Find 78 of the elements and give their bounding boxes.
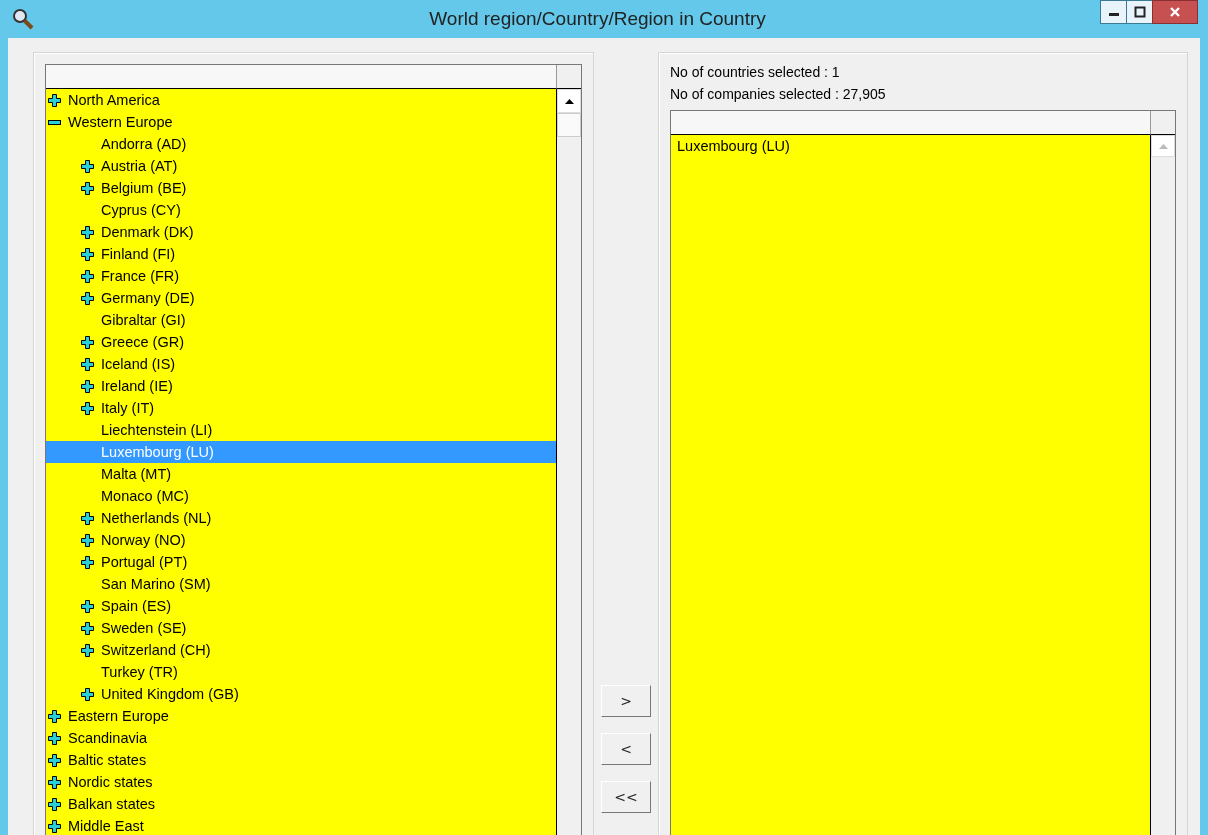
tree-item[interactable]: Greece (GR) [101, 334, 184, 350]
maximize-icon [1133, 6, 1146, 18]
tree-item[interactable]: Scandinavia [68, 730, 147, 746]
tree-item[interactable]: Belgium (BE) [101, 180, 187, 196]
tree-item[interactable]: North America [68, 92, 160, 108]
tree-item[interactable]: Western Europe [68, 114, 173, 130]
scroll-thumb[interactable] [557, 113, 581, 137]
plus-icon[interactable] [48, 753, 61, 767]
plus-icon[interactable] [81, 335, 94, 349]
tree-item[interactable]: Denmark (DK) [101, 224, 194, 240]
tree-item[interactable]: Turkey (TR) [101, 664, 178, 680]
tree-item[interactable]: Baltic states [68, 752, 147, 768]
plus-icon[interactable] [81, 511, 94, 525]
plus-icon[interactable] [48, 797, 61, 811]
tree-item[interactable]: Eastern Europe [68, 708, 169, 724]
tree-item[interactable]: Italy (IT) [101, 400, 155, 416]
plus-icon[interactable] [81, 643, 94, 657]
maximize-button[interactable] [1126, 0, 1153, 24]
list-item[interactable]: Luxembourg (LU) [671, 135, 1150, 157]
tree-item[interactable]: Nordic states [68, 774, 153, 790]
plus-icon[interactable] [81, 225, 94, 239]
up-arrow-icon [1158, 143, 1168, 149]
tree-item[interactable]: Switzerland (CH) [101, 642, 211, 658]
column-header[interactable] [671, 111, 1151, 135]
plus-icon[interactable] [48, 93, 61, 107]
tree-item[interactable]: Middle East [68, 818, 144, 834]
plus-icon[interactable] [81, 291, 94, 305]
tree-item[interactable]: Gibraltar (GI) [101, 312, 186, 328]
window-title: World region/Country/Region in Country [428, 8, 767, 30]
plus-icon[interactable] [48, 709, 61, 723]
tree-item[interactable]: Cyprus (CY) [101, 202, 181, 218]
plus-icon[interactable] [81, 247, 94, 261]
tree-item[interactable]: France (FR) [101, 268, 180, 284]
tree-item[interactable]: Norway (NO) [101, 532, 186, 548]
plus-icon[interactable] [81, 181, 94, 195]
plus-icon[interactable] [81, 401, 94, 415]
close-button[interactable] [1152, 0, 1198, 24]
close-icon [1169, 6, 1181, 18]
magnifier-icon [12, 8, 34, 30]
summary-text: No of companies selected : 27,905 [670, 85, 887, 104]
plus-icon[interactable] [81, 621, 94, 635]
minimize-button[interactable] [1100, 0, 1127, 24]
tree-item[interactable]: Sweden (SE) [101, 620, 187, 636]
tree-item[interactable]: Iceland (IS) [101, 356, 176, 372]
tree-item[interactable]: Malta (MT) [101, 466, 172, 482]
plus-icon[interactable] [81, 159, 94, 173]
tree-item[interactable]: Portugal (PT) [101, 554, 188, 570]
plus-icon[interactable] [81, 269, 94, 283]
summary-text: No of countries selected : 1 [670, 63, 841, 82]
move-button[interactable]: < [601, 733, 651, 765]
move-button[interactable]: > [601, 685, 651, 717]
tree-item[interactable]: Germany (DE) [101, 290, 195, 306]
plus-icon[interactable] [81, 687, 94, 701]
move-button[interactable]: << [601, 781, 651, 813]
tree-item[interactable]: Monaco (MC) [101, 488, 189, 504]
tree-item[interactable]: Balkan states [68, 796, 156, 812]
tree-item[interactable]: Liechtenstein (LI) [101, 422, 213, 438]
tree-item[interactable]: Spain (ES) [101, 598, 172, 614]
scroll-up-button[interactable] [557, 89, 581, 113]
tree-item[interactable]: Austria (AT) [101, 158, 178, 174]
tree-item[interactable]: Andorra (AD) [101, 136, 187, 152]
tree-item[interactable]: San Marino (SM) [101, 576, 211, 592]
plus-icon[interactable] [81, 379, 94, 393]
tree-item[interactable]: Netherlands (NL) [101, 510, 212, 526]
up-arrow-icon [564, 98, 574, 104]
plus-icon[interactable] [48, 731, 61, 745]
plus-icon[interactable] [48, 819, 61, 833]
tree-item[interactable]: Finland (FI) [101, 246, 176, 262]
column-header[interactable] [46, 65, 557, 89]
plus-icon[interactable] [48, 775, 61, 789]
tree-item[interactable]: Ireland (IE) [101, 378, 173, 394]
tree-item[interactable]: United Kingdom (GB) [101, 686, 239, 702]
plus-icon[interactable] [81, 533, 94, 547]
plus-icon[interactable] [81, 599, 94, 613]
plus-icon[interactable] [81, 555, 94, 569]
scrollbar[interactable] [557, 89, 581, 835]
minus-icon[interactable] [48, 119, 61, 125]
plus-icon[interactable] [81, 357, 94, 371]
